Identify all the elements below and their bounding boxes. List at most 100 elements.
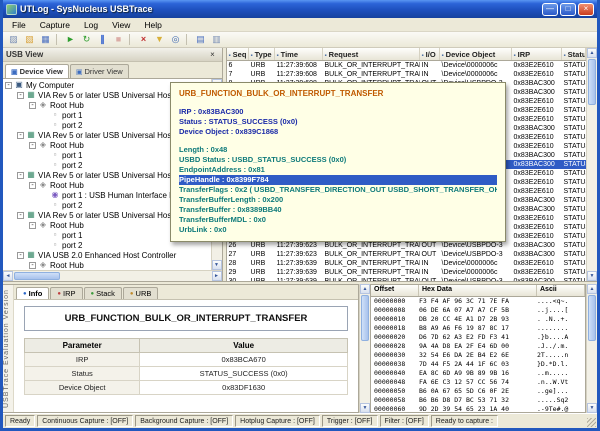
toolbar-button[interactable]: ▼ — [152, 33, 167, 46]
hex-row[interactable]: 00000050 B6 0A 67 65 5D C6 0F 2E ..ge]..… — [371, 387, 585, 396]
log-row[interactable]: 26 URB 11:27:39:623 BULK_OR_INTERRUPT_TR… — [227, 241, 586, 250]
tree-expander-icon[interactable] — [5, 82, 12, 89]
menu-item[interactable]: File — [5, 19, 33, 31]
tree-expander-icon[interactable] — [17, 92, 24, 99]
toolbar-button[interactable]: ▧ — [22, 33, 37, 46]
column-header[interactable]: Seq — [227, 48, 249, 60]
hex-row[interactable]: 00000040 EA 8C 6D A9 9B 89 9B 16 ..m....… — [371, 369, 585, 378]
scroll-up-icon[interactable]: ▲ — [587, 48, 597, 58]
window-button[interactable]: — — [542, 3, 558, 16]
toolbar-button[interactable] — [56, 34, 60, 45]
scroll-down-icon[interactable]: ▼ — [587, 271, 597, 281]
column-header[interactable]: Device Object — [440, 48, 512, 60]
log-row[interactable]: 6 URB 11:27:39:608 BULK_OR_INTERRUPT_TRA… — [227, 61, 586, 70]
tree-expander-icon[interactable] — [17, 212, 24, 219]
tree-expander-icon[interactable] — [29, 142, 36, 149]
toolbar-button[interactable]: ■ — [111, 33, 126, 46]
scroll-left-icon[interactable]: ◄ — [3, 271, 13, 281]
hex-data-header[interactable]: Hex Data — [419, 285, 537, 296]
tree-item[interactable]: VIA USB 2.0 Enhanced Host Controller — [3, 250, 211, 260]
tree-item[interactable]: Root Hub — [3, 260, 211, 270]
title-bar[interactable]: UTLog - SysNucleus USBTrace — □ × — [3, 0, 597, 18]
hex-row[interactable]: 00000020 D6 7D 62 A3 E2 FD F3 41 .}b....… — [371, 333, 585, 342]
menu-item[interactable]: Capture — [33, 19, 77, 31]
toolbar-button[interactable]: ▦ — [38, 33, 53, 46]
toolbar-button[interactable] — [129, 34, 133, 45]
toolbar-button[interactable]: ◎ — [168, 33, 183, 46]
info-panel-tab[interactable]: ● Info — [16, 287, 49, 299]
scroll-up-icon[interactable]: ▲ — [360, 284, 370, 294]
info-panel-tab[interactable]: ● URB — [123, 287, 158, 299]
resize-grip[interactable] — [587, 418, 596, 427]
tree-node-icon — [50, 191, 60, 199]
toolbar-button[interactable]: ∥ — [95, 33, 110, 46]
scroll-thumb[interactable] — [361, 295, 369, 341]
column-header[interactable]: Request — [323, 48, 420, 60]
column-header[interactable]: I/O — [420, 48, 440, 60]
hex-row[interactable]: 00000028 9A 4A D8 EA 2F E4 6D 00 .J../.m… — [371, 342, 585, 351]
scroll-thumb[interactable] — [588, 295, 596, 341]
scroll-up-icon[interactable]: ▲ — [587, 284, 597, 294]
log-row[interactable]: 29 URB 11:27:39:639 BULK_OR_INTERRUPT_TR… — [227, 268, 586, 277]
hex-row[interactable]: 00000008 06 DE 6A 07 A7 A7 CF 5B ..j....… — [371, 306, 585, 315]
log-row[interactable]: 27 URB 11:27:39:623 BULK_OR_INTERRUPT_TR… — [227, 250, 586, 259]
hex-vertical-scrollbar[interactable]: ▲ ▼ — [586, 284, 597, 413]
hex-offset: 00000000 — [371, 297, 419, 306]
info-panel-tab[interactable]: ● Stack — [84, 287, 122, 299]
toolbar-button[interactable]: ▤ — [193, 33, 208, 46]
hex-row[interactable]: 00000048 FA 6E C3 12 57 CC 56 74 .n..W.V… — [371, 378, 585, 387]
scroll-down-icon[interactable]: ▼ — [587, 403, 597, 413]
toolbar-button[interactable]: ► — [63, 33, 78, 46]
hex-row[interactable]: 00000000 F3 F4 AF 96 3C 71 7E FA ....<q~… — [371, 297, 585, 306]
hex-ascii-header[interactable]: Ascii — [537, 285, 585, 296]
log-vertical-scrollbar[interactable]: ▲ ▼ — [586, 48, 597, 281]
menu-item[interactable]: Help — [137, 19, 168, 31]
scroll-right-icon[interactable]: ► — [212, 271, 222, 281]
hex-row[interactable]: 00000060 9D 2D 39 54 65 23 1A 40 .-9Te#.… — [371, 405, 585, 412]
column-header[interactable]: Status — [562, 48, 586, 60]
hex-offset: 00000058 — [371, 396, 419, 405]
tree-expander-icon[interactable] — [29, 262, 36, 269]
hex-row[interactable]: 00000038 7D 44 F5 2A 44 1F 6C 03 }D.*D.l… — [371, 360, 585, 369]
scroll-thumb[interactable] — [588, 59, 596, 105]
window-button[interactable]: × — [578, 3, 594, 16]
hex-row[interactable]: 00000010 DB 20 CC 4E A1 D7 2B 93 . .N..+… — [371, 315, 585, 324]
toolbar-button[interactable] — [186, 34, 190, 45]
cell-io: IN — [420, 70, 440, 79]
tree-expander-icon[interactable] — [17, 252, 24, 259]
tree-expander-icon[interactable] — [29, 222, 36, 229]
window-button[interactable]: □ — [560, 3, 576, 16]
hex-offset: 00000048 — [371, 378, 419, 387]
info-vertical-scrollbar[interactable]: ▲ ▼ — [359, 284, 370, 413]
toolbar-button[interactable]: ▨ — [6, 33, 21, 46]
column-header-label: Type — [255, 50, 272, 59]
scroll-thumb[interactable] — [14, 272, 60, 280]
tree-expander-icon[interactable] — [29, 102, 36, 109]
column-header[interactable]: IRP — [512, 48, 562, 60]
info-panel-tab[interactable]: ● IRP — [50, 287, 82, 299]
scroll-down-icon[interactable]: ▼ — [212, 260, 222, 270]
window-button-glyph: × — [584, 5, 589, 13]
tree-expander-icon[interactable] — [17, 132, 24, 139]
tree-horizontal-scrollbar[interactable]: ◄ ► — [3, 270, 222, 281]
usb-view-tab[interactable]: ▣ Driver View — [70, 64, 129, 78]
usb-view-tab[interactable]: ▣ Device View — [5, 64, 69, 78]
toolbar-button[interactable]: ↻ — [79, 33, 94, 46]
menu-item[interactable]: View — [105, 19, 137, 31]
scroll-down-icon[interactable]: ▼ — [360, 403, 370, 413]
hex-offset-header[interactable]: Offset — [371, 285, 419, 296]
tree-expander-icon[interactable] — [17, 172, 24, 179]
hex-row[interactable]: 00000030 32 54 E6 DA 2E B4 E2 6E 2T.....… — [371, 351, 585, 360]
tree-expander-icon[interactable] — [29, 182, 36, 189]
toolbar-button[interactable]: ▥ — [209, 33, 224, 46]
close-panel-icon[interactable]: × — [207, 50, 219, 59]
column-header[interactable]: Type — [249, 48, 275, 60]
toolbar-button[interactable]: × — [136, 33, 151, 46]
log-row[interactable]: 28 URB 11:27:39:639 BULK_OR_INTERRUPT_TR… — [227, 259, 586, 268]
column-header[interactable]: Time — [275, 48, 323, 60]
hex-ascii: ..j....[ — [537, 306, 585, 315]
hex-row[interactable]: 00000058 B6 B6 D8 D7 BC 53 71 32 .....Sq… — [371, 396, 585, 405]
menu-item[interactable]: Log — [77, 19, 105, 31]
log-row[interactable]: 7 URB 11:27:39:608 BULK_OR_INTERRUPT_TRA… — [227, 70, 586, 79]
hex-row[interactable]: 00000018 B8 A9 A6 F6 19 87 8C 17 .......… — [371, 324, 585, 333]
